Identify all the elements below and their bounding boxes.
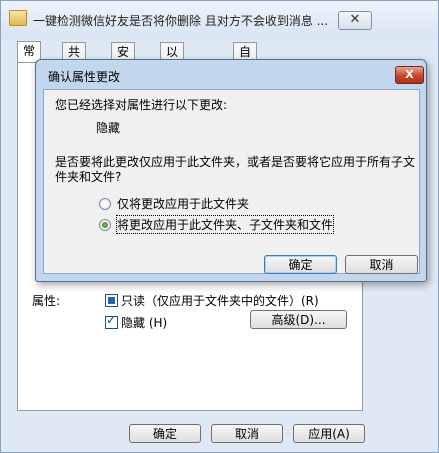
radio-folder-subfolders-files[interactable] [99,218,111,231]
dialog-titlebar[interactable]: 确认属性更改 X [36,60,426,88]
hidden-checkbox[interactable] [105,313,118,329]
radio-this-folder-only[interactable] [99,197,111,210]
apply-button[interactable]: 应用(A) [293,424,365,443]
properties-title: 一键检测微信好友是否将你删除 且对方不会收到消息 ... [33,14,329,28]
dialog-close-button[interactable]: X [395,66,424,84]
dialog-question-line2: 件夹和文件? [55,170,122,184]
dialog-ok-button[interactable]: 确定 [264,255,337,274]
hidden-checkbox-row[interactable]: 隐藏 (H) [105,313,168,331]
dialog-change-item: 隐藏 [96,121,121,135]
readonly-checkbox-row[interactable]: 只读（仅应用于文件夹中的文件）(R) [105,292,319,309]
dialog-intro: 您已经选择对属性进行以下更改: [55,98,228,112]
dialog-title: 确认属性更改 [48,70,121,84]
dialog-cancel-button[interactable]: 取消 [345,255,418,274]
confirm-attribute-changes-dialog: 确认属性更改 X 您已经选择对属性进行以下更改: 隐藏 是否要将此更改仅应用于此… [35,59,427,282]
close-icon: ✕ [349,12,361,27]
option-folder-subfolders-files[interactable]: 将更改应用于此文件夹、子文件夹和文件 [99,215,335,234]
properties-titlebar[interactable]: 一键检测微信好友是否将你删除 且对方不会收到消息 ... ✕ [1,1,438,39]
dialog-body: 您已经选择对属性进行以下更改: 隐藏 是否要将此更改仅应用于此文件夹，或者是否要… [43,89,420,274]
option-this-folder-only[interactable]: 仅将更改应用于此文件夹 [99,195,249,212]
advanced-button[interactable]: 高级(D)... [250,310,347,329]
option-label: 将更改应用于此文件夹、子文件夹和文件 [115,215,335,234]
properties-ok-button[interactable]: 确定 [129,424,201,443]
attributes-label: 属性: [32,294,61,308]
readonly-label: 只读（仅应用于文件夹中的文件）(R) [121,294,319,308]
option-label: 仅将更改应用于此文件夹 [117,197,250,211]
dialog-question-line1: 是否要将此更改仅应用于此文件夹，或者是否要将它应用于所有子文 [55,155,416,169]
properties-cancel-button[interactable]: 取消 [211,424,283,443]
hidden-label: 隐藏 (H) [121,316,168,330]
properties-close-button[interactable]: ✕ [338,11,372,30]
readonly-checkbox[interactable] [105,294,118,307]
close-icon: X [405,68,414,81]
folder-icon [9,10,27,26]
